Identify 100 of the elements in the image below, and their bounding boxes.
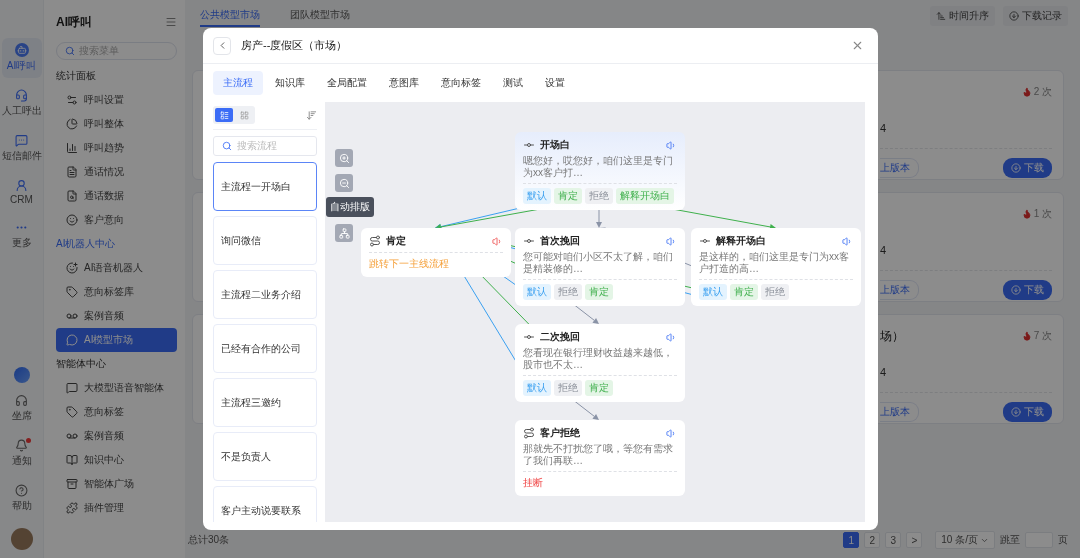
download-button[interactable]: 下载 [1003, 280, 1052, 300]
flow-item[interactable]: 客户主动说要联系 [213, 486, 317, 522]
rail-item[interactable]: 短信邮件 [1, 129, 42, 168]
flame-icon [1021, 331, 1032, 341]
menu-item[interactable]: 呼叫趋势 [56, 136, 177, 160]
menu-item[interactable]: 通话情况 [56, 160, 177, 184]
speaker-icon[interactable] [666, 427, 677, 439]
speaker-icon[interactable] [666, 235, 677, 247]
download-button[interactable]: 下载 [1003, 402, 1052, 422]
page-button[interactable]: 1 [843, 532, 860, 548]
archive-icon [66, 478, 78, 490]
book-icon [66, 454, 78, 466]
page-size-select[interactable]: 10 条/页 [935, 531, 995, 549]
menu-item[interactable]: 意向标签库 [56, 280, 177, 304]
avatar[interactable] [10, 528, 33, 550]
menu-item[interactable]: AI语音机器人 [56, 256, 177, 280]
rail-item[interactable]: 通知 [1, 434, 42, 473]
intent-tag: 默认 [699, 284, 727, 300]
intent-tag: 默认 [523, 188, 551, 204]
tag-icon [66, 406, 78, 418]
page-button[interactable]: 3 [885, 532, 902, 548]
auto-layout-button[interactable] [335, 224, 353, 242]
flow-node[interactable]: 解释开场白 是这样的，咱们这里是专门为xx客户打造的高… 默认 肯定 拒绝 [691, 228, 861, 306]
speaker-icon[interactable] [666, 331, 677, 343]
version-tag: 上版本 [880, 280, 919, 300]
close-button[interactable] [851, 39, 864, 52]
flow-node[interactable]: 开场白 嗯您好，哎您好，咱们这里是专门为xx客户打… 默认 肯定 拒绝 解释开场白 [515, 132, 685, 210]
flow-item[interactable]: 询问微信 [213, 216, 317, 265]
speaker-icon[interactable] [492, 235, 503, 247]
logo-icon[interactable] [13, 367, 30, 383]
total-count: 总计30条 [188, 533, 230, 547]
rail-item[interactable]: 帮助 [1, 479, 42, 518]
flow-node[interactable]: 客户拒绝 那就先不打扰您了哦，等您有需求了我们再联… 挂断 [515, 420, 685, 496]
tag-icon [66, 286, 78, 298]
menu-item[interactable]: 智能体广场 [56, 472, 177, 496]
section-label: 智能体中心 [56, 357, 107, 371]
back-button[interactable] [213, 36, 231, 55]
section-label: 统计面板 [56, 69, 97, 83]
zoom-in-icon [338, 152, 350, 164]
download-icon [1011, 285, 1021, 295]
menu-item[interactable]: AI模型市场 [56, 328, 177, 352]
flow-item[interactable]: 主流程二业务介绍 [213, 270, 317, 319]
menu-item[interactable]: 呼叫整体 [56, 112, 177, 136]
page-button[interactable]: 2 [864, 532, 881, 548]
tab[interactable]: 测试 [493, 71, 533, 95]
flow-item[interactable]: 主流程三邀约 [213, 378, 317, 427]
node-text: 是这样的，咱们这里是专门为xx客户打造的高… [699, 251, 850, 275]
menu-icon[interactable] [165, 16, 177, 28]
speaker-icon[interactable] [666, 139, 677, 151]
rail-item[interactable]: AI呼叫 [1, 38, 42, 78]
menu-item[interactable]: 大模型语音智能体 [56, 376, 177, 400]
menu-item[interactable]: 客户意向 [56, 208, 177, 232]
zoom-in-button[interactable] [335, 149, 353, 167]
node-action: 挂断 [523, 476, 544, 490]
menu-item[interactable]: 插件管理 [56, 496, 177, 520]
node-title: 二次挽回 [540, 330, 580, 344]
download-history-button[interactable]: 下载记录 [1003, 6, 1068, 26]
zoom-out-button[interactable] [335, 174, 353, 192]
list-view-button[interactable] [215, 108, 233, 122]
menu-item[interactable]: 知识中心 [56, 448, 177, 472]
rail-item[interactable]: 人工呼出 [1, 84, 42, 123]
sidebar-title: AI呼叫 [56, 13, 92, 31]
search-icon [222, 141, 232, 151]
node-text: 那就先不打扰您了哦，等您有需求了我们再联… [523, 443, 674, 467]
rail-item[interactable]: 更多 [1, 216, 42, 255]
menu-item[interactable]: 案例音频 [56, 424, 177, 448]
flow-node[interactable]: 肯定 跳转下一主线流程 [361, 228, 511, 277]
tab[interactable]: 主流程 [213, 71, 263, 95]
tab[interactable]: 意图库 [379, 71, 429, 95]
tab[interactable]: 团队模型市场 [290, 5, 350, 27]
flow-node[interactable]: 首次挽回 您可能对咱们小区不太了解，咱们是精装修的… 默认 拒绝 肯定 [515, 228, 685, 306]
flow-item[interactable]: 主流程一开场白 [213, 162, 317, 211]
download-button[interactable]: 下载 [1003, 158, 1052, 178]
card-text: 4 [880, 366, 888, 380]
node-title: 首次挽回 [540, 234, 580, 248]
zoom-out-icon [338, 177, 350, 189]
tab[interactable]: 设置 [535, 71, 575, 95]
flow-item[interactable]: 已经有合作的公司 [213, 324, 317, 373]
menu-item[interactable]: 通话数据 [56, 184, 177, 208]
download-count: 1 次 [1033, 207, 1052, 221]
speaker-icon[interactable] [842, 235, 853, 247]
message-icon [15, 134, 28, 147]
section-label: AI机器人中心 [56, 237, 117, 251]
rail-item[interactable]: 坐席 [1, 389, 42, 428]
next-page-button[interactable]: > [906, 532, 923, 548]
intent-tag: 拒绝 [761, 284, 789, 300]
menu-item[interactable]: 案例音频 [56, 304, 177, 328]
flow-item[interactable]: 不是负责人 [213, 432, 317, 481]
sort-icon[interactable] [306, 109, 317, 121]
tab[interactable]: 全局配置 [317, 71, 377, 95]
flow-node[interactable]: 二次挽回 您看现在银行理财收益越来越低，股市也不太… 默认 拒绝 肯定 [515, 324, 685, 402]
tab[interactable]: 意向标签 [431, 71, 491, 95]
tab[interactable]: 知识库 [265, 71, 315, 95]
menu-item[interactable]: 意向标签 [56, 400, 177, 424]
sort-button[interactable]: 时间升序 [930, 6, 995, 26]
node-title: 解释开场白 [716, 234, 766, 248]
headset-icon [15, 89, 28, 102]
menu-item[interactable]: 呼叫设置 [56, 88, 177, 112]
rail-item[interactable]: CRM [1, 174, 42, 210]
bar-chart-icon [66, 142, 78, 154]
